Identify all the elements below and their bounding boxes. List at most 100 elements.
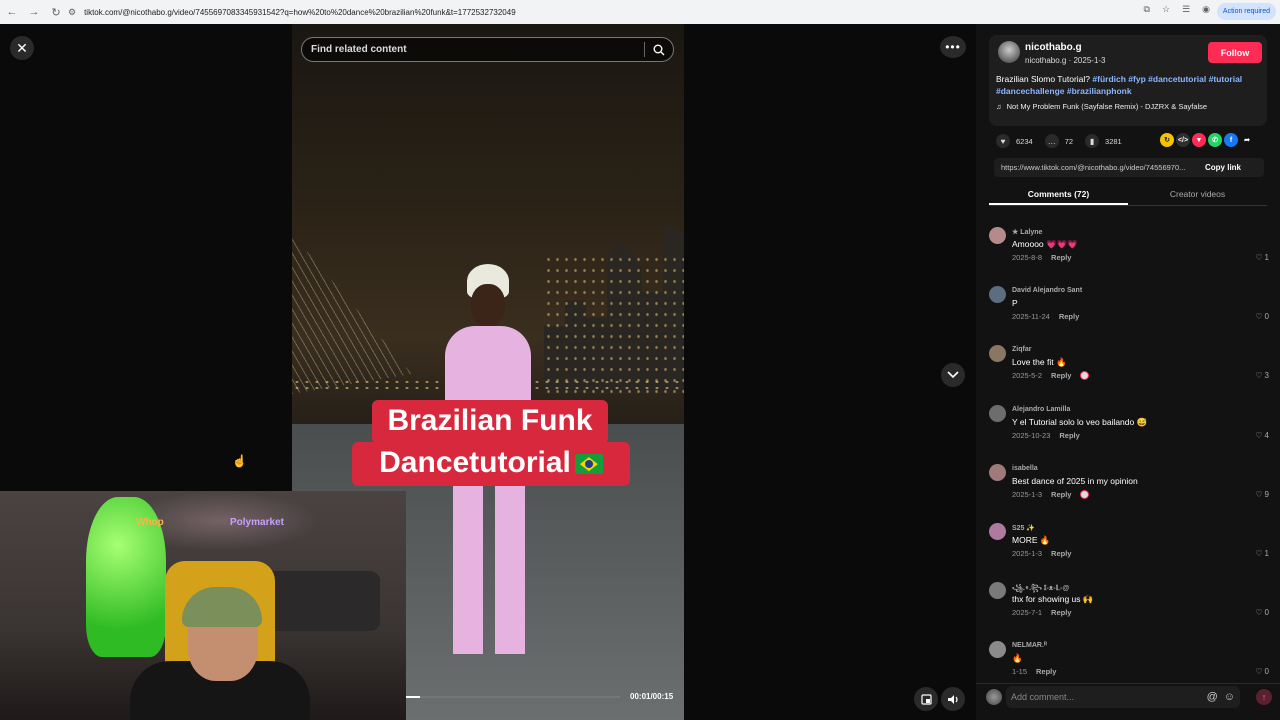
reply-button[interactable]: Reply: [1059, 312, 1079, 321]
comment-text: MORE 🔥: [1012, 534, 1051, 545]
creator-username[interactable]: nicothabo.g: [1025, 42, 1082, 53]
comment-like-count: 1: [1264, 548, 1269, 558]
comment-like-button[interactable]: ♡ 0: [1255, 608, 1269, 617]
related-search-input[interactable]: [302, 44, 644, 55]
commenter-avatar[interactable]: [989, 582, 1006, 600]
comment-like-count: 0: [1264, 667, 1269, 677]
comment-list: ★ Lalyne Amoooo 💗💗💗 2025-8-8 Reply ♡ 1 David A…: [989, 221, 1274, 679]
brazil-flag-icon: [574, 454, 603, 475]
video-progress-bar[interactable]: [406, 696, 620, 698]
description-text: Brazilian Slomo Tutorial?: [996, 74, 1093, 84]
commenter-name[interactable]: isabella: [1012, 465, 1038, 472]
commenter-name[interactable]: Alejandro Lamilla: [1012, 406, 1070, 413]
hashtag[interactable]: #dancechallenge: [996, 86, 1065, 96]
hashtag[interactable]: #brazilianphonk: [1067, 86, 1132, 96]
comment-like-button[interactable]: ♡ 4: [1255, 431, 1269, 440]
emoji-icon[interactable]: ☺: [1224, 691, 1235, 703]
commenter-name[interactable]: NELMAR.ᴿ: [1012, 642, 1047, 649]
tab-creator-videos[interactable]: Creator videos: [1128, 186, 1267, 205]
hashtag[interactable]: #fürdich: [1092, 74, 1126, 84]
commenter-name[interactable]: David Alejandro Sant: [1012, 287, 1082, 294]
send-icon[interactable]: ↑: [1256, 689, 1272, 705]
commenter-avatar[interactable]: [989, 286, 1006, 304]
floating-player-icon[interactable]: [914, 687, 938, 711]
comment-meta: 2025-8-8 Reply: [1012, 253, 1071, 262]
comment-like-button[interactable]: ♡ 3: [1255, 371, 1269, 380]
back-icon[interactable]: ←: [2, 2, 22, 22]
embed-icon[interactable]: </>: [1176, 133, 1190, 147]
reply-button[interactable]: Reply: [1051, 549, 1071, 558]
copy-link-button[interactable]: Copy link: [1199, 163, 1247, 172]
commenter-avatar[interactable]: [989, 345, 1006, 363]
extensions-icon[interactable]: ☰: [1182, 4, 1190, 15]
comment-meta: 1-15 Reply: [1012, 667, 1056, 676]
commenter-avatar[interactable]: [989, 641, 1006, 659]
address-bar[interactable]: ⚙ tiktok.com/@nicothabo.g/video/74556970…: [68, 3, 1168, 21]
browser-bar: ← → ↻ ⚙ tiktok.com/@nicothabo.g/video/74…: [0, 0, 1280, 24]
heart-outline-icon: ♡: [1255, 371, 1263, 381]
facebook-icon[interactable]: f: [1224, 133, 1238, 147]
video-link[interactable]: https://www.tiktok.com/@nicothabo.g/vide…: [994, 163, 1199, 172]
close-icon[interactable]: ✕: [10, 36, 34, 60]
volume-icon[interactable]: [941, 687, 965, 711]
hashtag[interactable]: #tutorial: [1209, 74, 1243, 84]
heart-outline-icon: ♡: [1255, 667, 1263, 677]
reply-button[interactable]: Reply: [1051, 608, 1071, 617]
commenter-name[interactable]: ★ Lalyne: [1012, 228, 1042, 236]
like-count: 6234: [1016, 136, 1033, 146]
mention-icon[interactable]: @: [1207, 691, 1218, 703]
commenter-name[interactable]: S25 ✨: [1012, 524, 1035, 532]
save-stat[interactable]: ▮ 3281: [1085, 134, 1122, 148]
comment-text: P: [1012, 298, 1018, 309]
like-stat[interactable]: ♥ 6234: [996, 134, 1033, 148]
comment-like-button[interactable]: ♡ 9: [1255, 490, 1269, 499]
search-icon[interactable]: [645, 37, 673, 62]
bookmark-star-icon[interactable]: ☆: [1162, 4, 1170, 15]
commenter-avatar[interactable]: [989, 227, 1006, 244]
profile-icon[interactable]: ◉: [1202, 4, 1210, 15]
comment-like-count: 9: [1264, 489, 1269, 499]
comment-like-count: 0: [1264, 608, 1269, 618]
repost-icon[interactable]: ↻: [1160, 133, 1174, 147]
send-to-friends-icon[interactable]: ▼: [1192, 133, 1206, 147]
comment-like-button[interactable]: ♡ 1: [1255, 253, 1269, 262]
commenter-avatar[interactable]: [989, 463, 1006, 481]
more-options-icon[interactable]: •••: [940, 36, 966, 58]
music-row[interactable]: ♫ Not My Problem Funk (Sayfalse Remix) -…: [996, 102, 1207, 111]
install-icon[interactable]: ⧉: [1144, 4, 1150, 15]
engagement-stats: ♥ 6234 … 72 ▮ 3281: [996, 134, 1134, 148]
add-comment-input[interactable]: [1011, 692, 1201, 702]
share-more-icon[interactable]: ➦: [1240, 133, 1254, 147]
action-required-button[interactable]: Action required: [1216, 3, 1276, 20]
site-settings-icon[interactable]: ⚙: [68, 7, 76, 18]
reply-button[interactable]: Reply: [1036, 667, 1056, 676]
creator-avatar[interactable]: [998, 41, 1020, 63]
tab-comments[interactable]: Comments (72): [989, 186, 1128, 205]
forward-icon[interactable]: →: [24, 2, 44, 22]
comment-like-button[interactable]: ♡ 0: [1255, 667, 1269, 676]
commenter-avatar[interactable]: [989, 522, 1006, 540]
reply-button[interactable]: Reply: [1051, 371, 1071, 380]
hashtag[interactable]: #fyp: [1128, 74, 1145, 84]
hashtag[interactable]: #dancetutorial: [1148, 74, 1206, 84]
comment-stat[interactable]: … 72: [1044, 134, 1073, 148]
follow-button[interactable]: Follow: [1208, 42, 1262, 63]
heart-outline-icon: ♡: [1255, 489, 1263, 499]
bookmark-icon: ▮: [1085, 134, 1100, 148]
my-avatar: [986, 689, 1002, 705]
comment-meta: 2025-5-2 Reply: [1012, 371, 1090, 381]
reply-button[interactable]: Reply: [1059, 431, 1079, 440]
post-description: Brazilian Slomo Tutorial? #fürdich #fyp …: [996, 73, 1264, 97]
comment-like-count: 0: [1264, 312, 1269, 322]
whatsapp-icon[interactable]: ✆: [1208, 133, 1222, 147]
reply-button[interactable]: Reply: [1051, 253, 1071, 262]
commenter-name[interactable]: Ziqfar: [1012, 346, 1031, 353]
reload-icon[interactable]: ↻: [46, 2, 66, 22]
comment-like-button[interactable]: ♡ 0: [1255, 312, 1269, 321]
related-search[interactable]: [301, 37, 674, 62]
chevron-down-icon[interactable]: [941, 363, 965, 387]
commenter-avatar[interactable]: [989, 404, 1006, 422]
comment-like-button[interactable]: ♡ 1: [1255, 549, 1269, 558]
reply-button[interactable]: Reply: [1051, 490, 1071, 499]
add-comment-box: @ ☺: [1006, 686, 1240, 708]
